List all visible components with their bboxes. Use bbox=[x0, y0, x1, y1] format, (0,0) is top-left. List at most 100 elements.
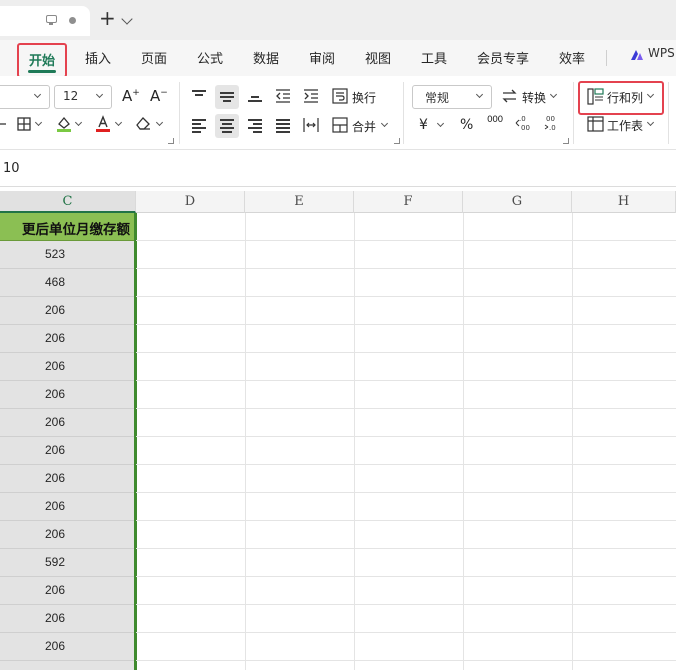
justify-icon[interactable] bbox=[276, 119, 290, 133]
merge-cells-icon[interactable] bbox=[332, 117, 348, 133]
chevron-down-icon bbox=[475, 90, 484, 99]
row-and-column-button[interactable]: 行和列 bbox=[607, 89, 643, 106]
new-tab-button[interactable]: + bbox=[99, 8, 116, 28]
thousands-separator-button[interactable]: 000 bbox=[487, 115, 503, 125]
grid-row-line bbox=[136, 324, 676, 325]
menu-tab-review[interactable]: 审阅 bbox=[309, 48, 335, 67]
decrease-indent-icon[interactable] bbox=[275, 89, 291, 103]
borders-icon[interactable] bbox=[17, 117, 31, 131]
clear-format-chevron-icon[interactable] bbox=[155, 118, 164, 127]
grid-row-line bbox=[136, 604, 676, 605]
column-header-c[interactable]: C bbox=[0, 191, 136, 213]
title-bar: + bbox=[0, 0, 676, 40]
menu-bar: 开始 插入 页面 公式 数据 审阅 视图 工具 会员专享 效率 WPS bbox=[0, 40, 676, 78]
alignment-group-launcher-icon[interactable] bbox=[394, 138, 400, 144]
distributed-align-icon[interactable] bbox=[303, 117, 319, 133]
grid-row-line bbox=[136, 520, 676, 521]
fill-color-icon[interactable] bbox=[56, 115, 72, 133]
tab-menu-chevron-icon[interactable] bbox=[121, 13, 133, 25]
increase-indent-icon[interactable] bbox=[303, 89, 319, 103]
spreadsheet-grid[interactable]: CDEFGH 更后单位月缴存额 523 468 206 206 206 206 206 206… bbox=[0, 191, 676, 670]
align-top-icon[interactable] bbox=[192, 89, 206, 101]
align-center-icon[interactable] bbox=[220, 119, 234, 133]
column-header-row: CDEFGH bbox=[0, 191, 676, 213]
number-format-select[interactable]: 常规 bbox=[412, 85, 492, 109]
align-left-icon[interactable] bbox=[192, 119, 206, 133]
borders-chevron-icon[interactable] bbox=[34, 118, 43, 127]
svg-text:00: 00 bbox=[521, 124, 530, 132]
grid-row-line bbox=[136, 576, 676, 577]
column-header-f[interactable]: F bbox=[354, 191, 463, 213]
number-group-launcher-icon[interactable] bbox=[563, 138, 569, 144]
chevron-down-icon bbox=[95, 90, 104, 99]
column-header-d[interactable]: D bbox=[136, 191, 245, 213]
decrease-font-icon[interactable]: A− bbox=[150, 87, 168, 105]
grid-row-line bbox=[136, 296, 676, 297]
ribbon-divider bbox=[668, 82, 669, 144]
ribbon-divider bbox=[179, 82, 180, 144]
align-right-icon[interactable] bbox=[248, 119, 262, 133]
border-partial-icon[interactable] bbox=[0, 118, 6, 130]
row-column-icon[interactable] bbox=[587, 88, 604, 105]
menu-tab-insert[interactable]: 插入 bbox=[85, 48, 111, 67]
font-size-select[interactable]: 12 bbox=[54, 85, 112, 109]
column-header-h[interactable]: H bbox=[572, 191, 676, 213]
font-name-select[interactable] bbox=[0, 85, 50, 109]
grid-row-line bbox=[136, 660, 676, 661]
align-bottom-icon[interactable] bbox=[248, 90, 262, 102]
menu-tab-efficiency[interactable]: 效率 bbox=[559, 48, 585, 67]
grid-row-line bbox=[136, 352, 676, 353]
align-middle-icon[interactable] bbox=[220, 90, 234, 102]
convert-chevron-icon[interactable] bbox=[549, 90, 558, 99]
grid-row-line bbox=[136, 548, 676, 549]
worksheet-icon[interactable] bbox=[587, 116, 604, 132]
currency-format-button[interactable]: ¥ bbox=[419, 117, 428, 133]
active-tab-underline bbox=[28, 70, 56, 73]
wps-ai-logo-icon[interactable] bbox=[630, 48, 644, 62]
wps-ai-label[interactable]: WPS bbox=[648, 46, 675, 60]
ribbon-divider bbox=[573, 82, 574, 144]
font-group-launcher-icon[interactable] bbox=[168, 138, 174, 144]
menu-tab-tools[interactable]: 工具 bbox=[421, 48, 447, 67]
formula-bar-value: 10 bbox=[3, 161, 20, 176]
column-header-e[interactable]: E bbox=[245, 191, 354, 213]
document-tab[interactable] bbox=[0, 6, 90, 36]
menu-tab-data[interactable]: 数据 bbox=[253, 48, 279, 67]
convert-button[interactable]: 转换 bbox=[522, 89, 546, 106]
menu-tab-member[interactable]: 会员专享 bbox=[477, 48, 529, 67]
wrap-text-button[interactable]: 换行 bbox=[352, 89, 376, 106]
increase-decimal-icon[interactable]: .000 bbox=[515, 114, 533, 132]
grid-row-line bbox=[136, 464, 676, 465]
grid-row-line bbox=[136, 240, 676, 241]
menu-tab-page[interactable]: 页面 bbox=[141, 48, 167, 67]
ribbon-toolbar: 12 A+ A− 换行 合并 常规 转换 ¥ % 000 .0 00 00 .0… bbox=[0, 76, 676, 150]
currency-chevron-icon[interactable] bbox=[436, 119, 445, 128]
menu-tab-home[interactable]: 开始 bbox=[17, 43, 67, 78]
menu-tab-view[interactable]: 视图 bbox=[365, 48, 391, 67]
grid-row-line bbox=[136, 436, 676, 437]
grid-row-line bbox=[136, 268, 676, 269]
convert-icon[interactable] bbox=[501, 88, 518, 104]
column-header-g[interactable]: G bbox=[463, 191, 572, 213]
increase-font-icon[interactable]: A+ bbox=[122, 87, 140, 105]
grid-column-line bbox=[245, 213, 246, 670]
font-color-chevron-icon[interactable] bbox=[114, 118, 123, 127]
grid-row-line bbox=[136, 380, 676, 381]
fill-color-chevron-icon[interactable] bbox=[74, 118, 83, 127]
formula-bar[interactable]: 10 bbox=[0, 150, 676, 187]
font-color-icon[interactable] bbox=[95, 115, 111, 133]
worksheet-button[interactable]: 工作表 bbox=[607, 117, 643, 134]
grid-row-line bbox=[136, 632, 676, 633]
font-size-value: 12 bbox=[63, 89, 79, 103]
merge-cells-button[interactable]: 合并 bbox=[352, 118, 376, 135]
menu-tab-formula[interactable]: 公式 bbox=[197, 48, 223, 67]
wrap-text-icon[interactable] bbox=[332, 88, 348, 104]
clear-format-eraser-icon[interactable] bbox=[135, 116, 151, 131]
decrease-decimal-icon[interactable]: 00.0 bbox=[543, 114, 561, 132]
monitor-icon bbox=[46, 15, 57, 25]
worksheet-chevron-icon[interactable] bbox=[646, 118, 655, 127]
percent-format-button[interactable]: % bbox=[460, 117, 473, 133]
svg-text:.0: .0 bbox=[549, 124, 556, 132]
svg-text:00: 00 bbox=[546, 115, 555, 123]
merge-chevron-icon[interactable] bbox=[380, 119, 389, 128]
